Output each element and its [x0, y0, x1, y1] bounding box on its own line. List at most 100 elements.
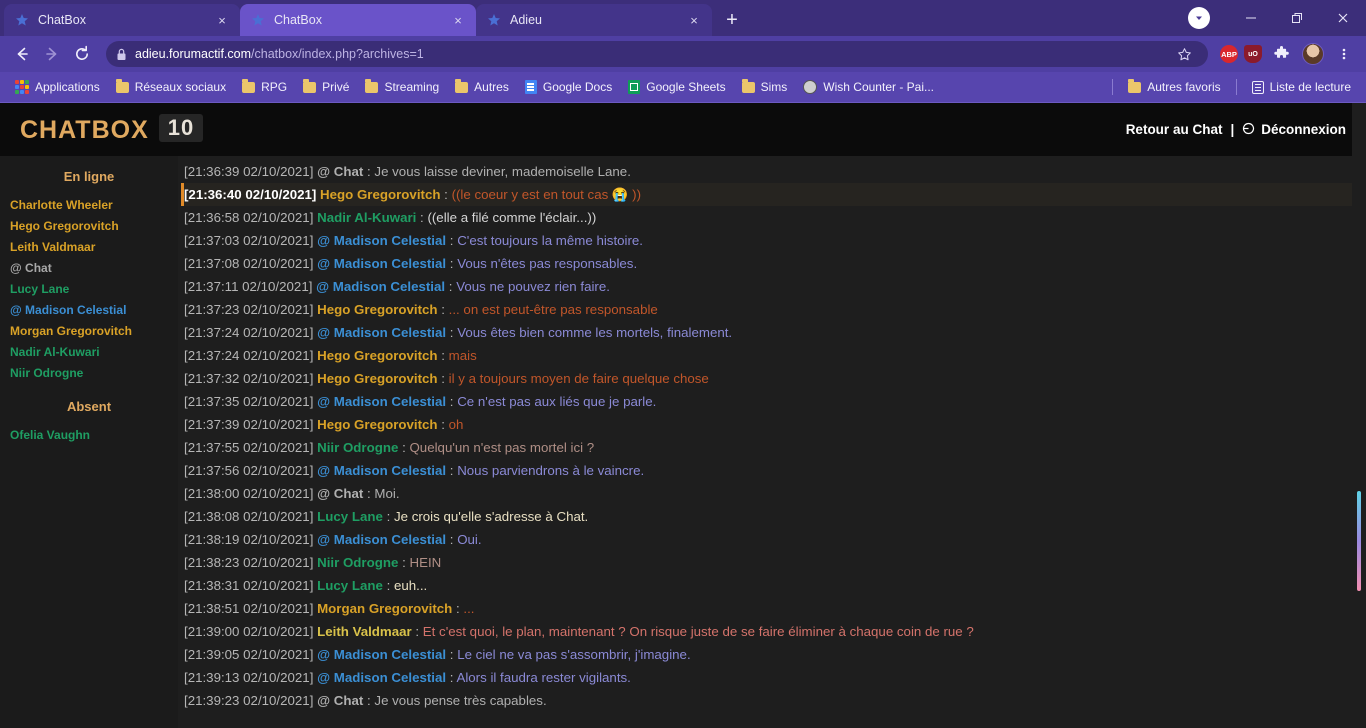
- power-icon: [1242, 122, 1255, 138]
- message-author[interactable]: @ Madison Celestial: [317, 325, 446, 340]
- message-author[interactable]: Niir Odrogne: [317, 555, 398, 570]
- bookmark-prive[interactable]: Privé: [296, 77, 356, 97]
- message-author[interactable]: Leith Valdmaar: [317, 624, 412, 639]
- message-text: Vous n'êtes pas responsables.: [457, 256, 638, 271]
- bookmark-label: Autres favoris: [1147, 80, 1221, 94]
- message-author[interactable]: Hego Gregorovitch: [317, 348, 437, 363]
- three-dots-vertical-icon[interactable]: [1330, 40, 1358, 68]
- message-author[interactable]: @ Madison Celestial: [317, 647, 446, 662]
- reload-icon[interactable]: [68, 40, 96, 68]
- message-row: [21:37:08 02/10/2021] @ Madison Celestia…: [184, 256, 638, 271]
- browser-tab-1[interactable]: ChatBox ×: [240, 4, 476, 36]
- message-text: Je vous laisse deviner, mademoiselle Lan…: [374, 164, 631, 179]
- google-docs-icon: [524, 80, 537, 94]
- bookmark-applications[interactable]: Applications: [8, 77, 107, 97]
- bookmark-google-docs[interactable]: Google Docs: [518, 77, 619, 97]
- message-author[interactable]: Niir Odrogne: [317, 440, 398, 455]
- sidebar-user-chat[interactable]: @ Chat: [0, 257, 178, 278]
- message-author[interactable]: Nadir Al-Kuwari: [317, 210, 416, 225]
- scrollbar-thumb[interactable]: [1357, 490, 1361, 591]
- message-timestamp: [21:38:23 02/10/2021]: [184, 555, 314, 570]
- message-text: il y a toujours moyen de faire quelque c…: [448, 371, 709, 386]
- bookmark-sims[interactable]: Sims: [735, 77, 795, 97]
- forward-icon[interactable]: [38, 40, 66, 68]
- message-author[interactable]: @ Madison Celestial: [317, 233, 446, 248]
- chevron-down-icon[interactable]: [1188, 7, 1210, 29]
- message-author[interactable]: Lucy Lane: [317, 578, 383, 593]
- message-author[interactable]: @ Madison Celestial: [317, 394, 446, 409]
- bookmark-star-icon[interactable]: [1170, 40, 1198, 68]
- folder-icon: [365, 79, 379, 93]
- message-row: [21:38:08 02/10/2021] Lucy Lane : Je cro…: [184, 509, 589, 524]
- logout-button[interactable]: Déconnexion: [1242, 122, 1346, 138]
- sidebar-user-hego-gregorovitch[interactable]: Hego Gregorovitch: [0, 215, 178, 236]
- close-icon[interactable]: ×: [686, 12, 702, 28]
- bookmark-rpg[interactable]: RPG: [235, 77, 294, 97]
- message-row: [21:38:19 02/10/2021] @ Madison Celestia…: [184, 532, 482, 547]
- bookmark-liste-de-lecture[interactable]: Liste de lecture: [1245, 77, 1358, 97]
- adblock-plus-icon[interactable]: ABP: [1220, 45, 1238, 63]
- message-row: [21:39:23 02/10/2021] @ Chat : Je vous p…: [184, 693, 547, 708]
- close-icon[interactable]: ×: [450, 12, 466, 28]
- message-author[interactable]: Hego Gregorovitch: [317, 417, 437, 432]
- message-timestamp: [21:37:24 02/10/2021]: [184, 325, 314, 340]
- message-author[interactable]: @ Chat: [317, 693, 363, 708]
- sidebar-user-ofelia-vaughn[interactable]: Ofelia Vaughn: [0, 424, 178, 445]
- message-row: [21:37:35 02/10/2021] @ Madison Celestia…: [184, 394, 657, 409]
- message-author[interactable]: @ Madison Celestial: [317, 532, 446, 547]
- tab-title: Adieu: [510, 13, 542, 27]
- sidebar-user-nadir-al-kuwari[interactable]: Nadir Al-Kuwari: [0, 341, 178, 362]
- message-author[interactable]: Hego Gregorovitch: [317, 302, 437, 317]
- message-text: ((le coeur y est en tout cas 😭 )): [451, 187, 642, 202]
- bookmark-autres-favoris[interactable]: Autres favoris: [1121, 77, 1227, 97]
- close-icon[interactable]: ×: [214, 12, 230, 28]
- message-timestamp: [21:36:40 02/10/2021]: [184, 187, 317, 202]
- message-author[interactable]: @ Chat: [317, 486, 363, 501]
- message-text: C'est toujours la même histoire.: [457, 233, 643, 248]
- extensions-puzzle-icon[interactable]: [1268, 40, 1296, 68]
- sidebar-user-leith-valdmaar[interactable]: Leith Valdmaar: [0, 236, 178, 257]
- bookmark-autres[interactable]: Autres: [448, 77, 516, 97]
- sidebar-user-madison-celestial[interactable]: @ Madison Celestial: [0, 299, 178, 320]
- sidebar-user-lucy-lane[interactable]: Lucy Lane: [0, 278, 178, 299]
- messages-list[interactable]: [21:36:39 02/10/2021] @ Chat : Je vous l…: [178, 156, 1366, 728]
- avatar[interactable]: [1302, 43, 1324, 65]
- browser-tab-2[interactable]: Adieu ×: [476, 4, 712, 36]
- page-scrollbar[interactable]: [1352, 103, 1366, 728]
- message-author[interactable]: Hego Gregorovitch: [317, 371, 437, 386]
- back-icon[interactable]: [8, 40, 36, 68]
- message-author[interactable]: Lucy Lane: [317, 509, 383, 524]
- message-timestamp: [21:37:11 02/10/2021]: [184, 279, 313, 294]
- sidebar-user-charlotte-wheeler[interactable]: Charlotte Wheeler: [0, 194, 178, 215]
- bookmark-streaming[interactable]: Streaming: [358, 77, 446, 97]
- bookmark-reseaux-sociaux[interactable]: Réseaux sociaux: [109, 77, 233, 97]
- message-author[interactable]: @ Madison Celestial: [317, 256, 446, 271]
- message-text: Oui.: [457, 532, 482, 547]
- message-author[interactable]: @ Chat: [317, 164, 363, 179]
- message-author[interactable]: @ Madison Celestial: [317, 463, 446, 478]
- maximize-button[interactable]: [1274, 0, 1320, 36]
- minimize-button[interactable]: [1228, 0, 1274, 36]
- sidebar-user-niir-odrogne[interactable]: Niir Odrogne: [0, 362, 178, 383]
- address-bar[interactable]: adieu.forumactif.com/chatbox/index.php?a…: [106, 41, 1208, 67]
- ublock-origin-icon[interactable]: uO: [1244, 45, 1262, 63]
- url-text: adieu.forumactif.com/chatbox/index.php?a…: [135, 47, 424, 61]
- message-row: [21:37:32 02/10/2021] Hego Gregorovitch …: [184, 371, 709, 386]
- sidebar-user-morgan-gregorovitch[interactable]: Morgan Gregorovitch: [0, 320, 178, 341]
- message-row: [21:37:24 02/10/2021] @ Madison Celestia…: [184, 325, 733, 340]
- message-timestamp: [21:37:55 02/10/2021]: [184, 440, 314, 455]
- folder-icon: [455, 79, 469, 93]
- bookmark-wish-counter[interactable]: Wish Counter - Pai...: [796, 77, 941, 97]
- close-window-button[interactable]: [1320, 0, 1366, 36]
- bookmarks-bar-right: Autres favoris Liste de lecture: [1106, 77, 1358, 97]
- new-tab-button[interactable]: +: [718, 6, 746, 34]
- message-author[interactable]: @ Madison Celestial: [316, 279, 445, 294]
- back-to-chat-link[interactable]: Retour au Chat: [1126, 122, 1223, 137]
- message-author[interactable]: Morgan Gregorovitch: [317, 601, 452, 616]
- message-author[interactable]: Hego Gregorovitch: [320, 187, 440, 202]
- browser-tab-0[interactable]: ChatBox ×: [4, 4, 240, 36]
- message-author[interactable]: @ Madison Celestial: [317, 670, 446, 685]
- folder-icon: [242, 79, 256, 93]
- bookmark-google-sheets[interactable]: Google Sheets: [621, 77, 732, 97]
- page-content: CHATBOX 10 Retour au Chat | Déconnexion E…: [0, 102, 1366, 728]
